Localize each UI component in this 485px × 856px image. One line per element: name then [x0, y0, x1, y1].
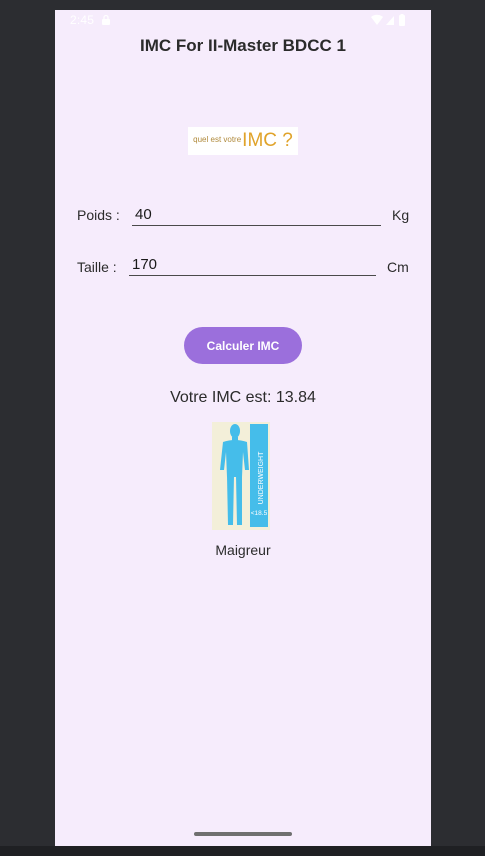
- status-icons: [371, 14, 405, 26]
- height-label: Taille :: [77, 259, 117, 275]
- battery-icon: [399, 14, 405, 26]
- lock-icon: [102, 14, 110, 25]
- signal-icon: [386, 16, 394, 25]
- app-screen: 2:45 IMC For II-Master BDCC 1 quel est v…: [55, 10, 431, 846]
- status-bar: 2:45: [55, 10, 431, 32]
- weight-unit: Kg: [392, 207, 410, 223]
- illustration-threshold: <18.5: [251, 510, 268, 517]
- logo-big-text: IMC ?: [242, 130, 293, 151]
- bottom-strip: [0, 846, 485, 856]
- height-input[interactable]: [129, 256, 376, 276]
- home-indicator[interactable]: [194, 832, 292, 836]
- device-frame: 2:45 IMC For II-Master BDCC 1 quel est v…: [0, 0, 485, 856]
- calculate-imc-button[interactable]: Calculer IMC: [184, 327, 302, 364]
- imc-result: Votre IMC est: 13.84: [170, 389, 316, 406]
- logo-small-text: quel est votre: [193, 134, 242, 144]
- imc-logo: quel est votre IMC ?: [188, 127, 298, 155]
- wifi-icon: [371, 14, 383, 25]
- weight-input[interactable]: [132, 205, 381, 226]
- status-time: 2:45: [70, 13, 95, 27]
- weight-label: Poids :: [77, 207, 120, 223]
- underweight-illustration: UNDERWEIGHT <18.5: [212, 422, 270, 530]
- imc-category: Maigreur: [215, 542, 271, 558]
- illustration-label: UNDERWEIGHT: [258, 451, 265, 504]
- app-title: IMC For II-Master BDCC 1: [140, 36, 346, 55]
- height-unit: Cm: [387, 259, 409, 275]
